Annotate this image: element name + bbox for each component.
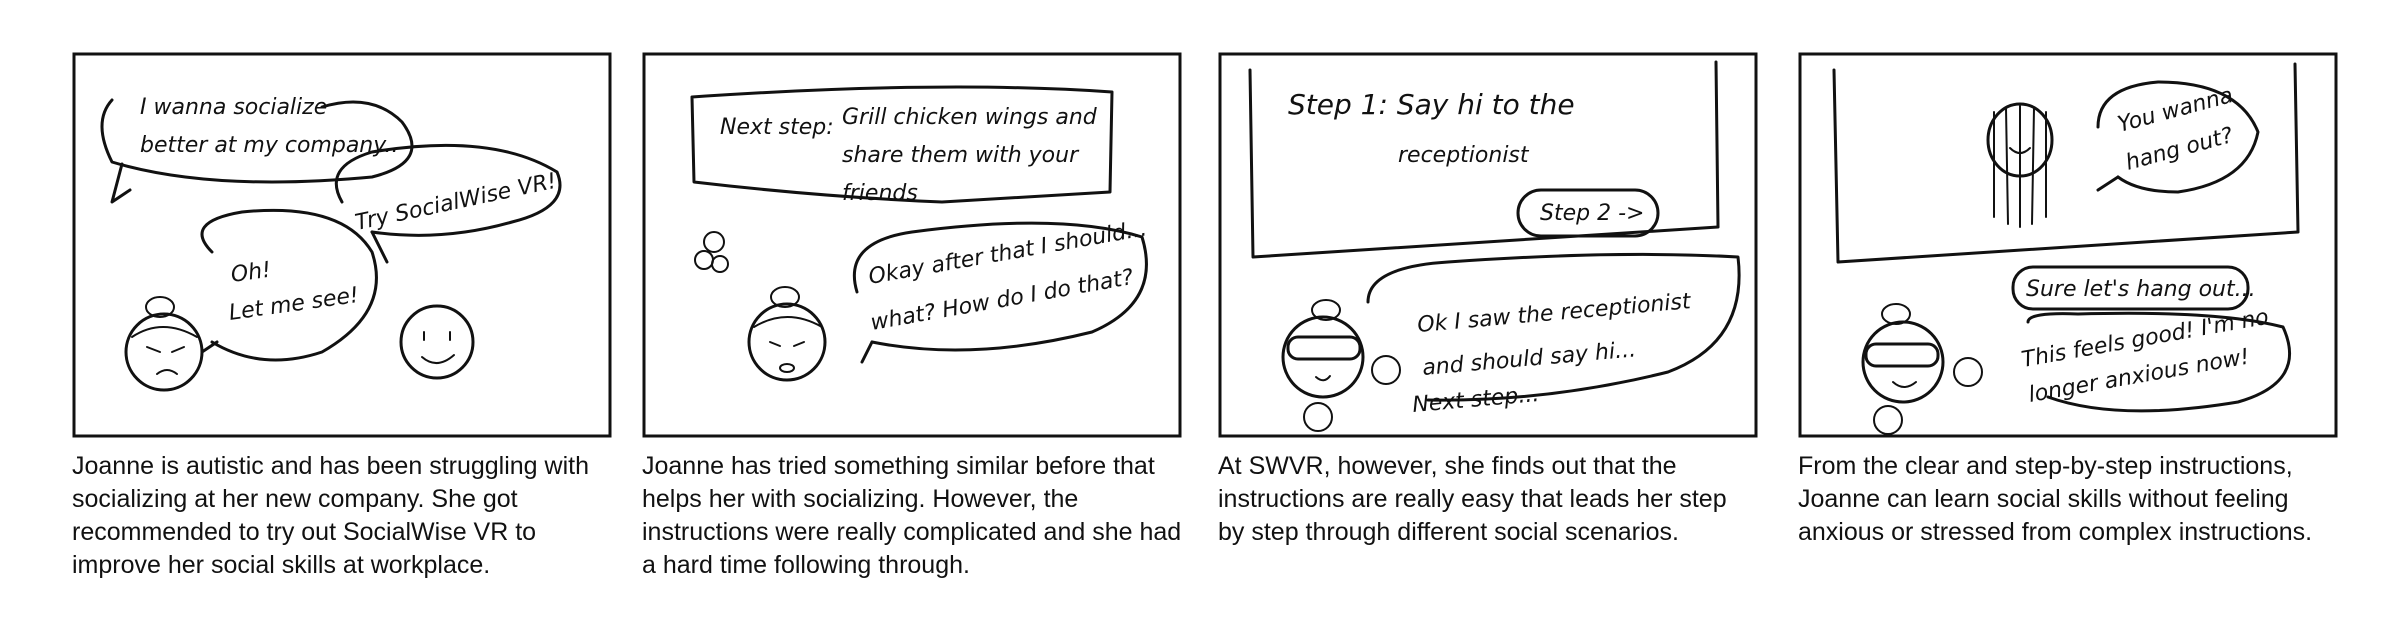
storyboard-panel-3: Step 1: Say hi to the receptionist Step … xyxy=(1218,52,1758,438)
joanne-vr-character xyxy=(1861,303,1983,435)
instruction-text: Next step: xyxy=(720,115,834,140)
panel-4-caption: From the clear and step-by-step instruct… xyxy=(1798,452,2313,546)
bubble-text: Ok I saw the receptionist xyxy=(1416,289,1693,338)
panel-2-caption: Joanne has tried something similar befor… xyxy=(642,452,1182,579)
instruction-text: friends xyxy=(842,181,918,206)
controller-doodle-icon xyxy=(694,231,729,273)
joanne-character xyxy=(124,296,204,392)
bubble-text: Try SocialWise VR! xyxy=(353,169,559,236)
bubble-text: Next step... xyxy=(1411,382,1540,418)
bubble-text: better at my company.. xyxy=(140,133,399,158)
instruction-text: share them with your xyxy=(842,143,1080,168)
panel-3-sketch: Step 1: Say hi to the receptionist Step … xyxy=(1218,52,1758,438)
bubble-tail xyxy=(200,340,219,354)
panel-3-caption: At SWVR, however, she finds out that the… xyxy=(1218,452,1727,546)
instruction-text: Grill chicken wings and xyxy=(842,105,1098,130)
panel-1-caption: Joanne is autistic and has been struggli… xyxy=(72,452,589,579)
panel-4-sketch: You wanna hang out? Sure let's hang out.… xyxy=(1798,52,2338,438)
panel-1-sketch: I wanna socialize better at my company..… xyxy=(72,52,612,438)
bubble-text: Sure let's hang out... xyxy=(2026,277,2256,302)
friend-character xyxy=(399,304,475,380)
bubble-text: Let me see! xyxy=(227,283,360,326)
friend-character xyxy=(1986,102,2054,228)
next-step-label: Step 2 -> xyxy=(1540,201,1644,226)
bubble-text: I wanna socialize xyxy=(140,95,327,120)
panel-2-sketch: Next step: Grill chicken wings and share… xyxy=(642,52,1182,438)
bubble-text: Oh! xyxy=(229,258,272,288)
instruction-text: receptionist xyxy=(1398,143,1530,168)
storyboard-panel-2: Next step: Grill chicken wings and share… xyxy=(642,52,1182,438)
bubble-tail xyxy=(110,162,132,204)
bubble-tail xyxy=(2096,175,2120,192)
joanne-character xyxy=(747,286,827,382)
storyboard-panel-1: I wanna socialize better at my company..… xyxy=(72,52,612,438)
joanne-vr-character xyxy=(1281,299,1401,432)
storyboard-panel-4: You wanna hang out? Sure let's hang out.… xyxy=(1798,52,2338,438)
bubble-text: and should say hi... xyxy=(1421,337,1637,381)
bubble-tail xyxy=(860,340,874,364)
instruction-text: Step 1: Say hi to the xyxy=(1288,88,1575,121)
